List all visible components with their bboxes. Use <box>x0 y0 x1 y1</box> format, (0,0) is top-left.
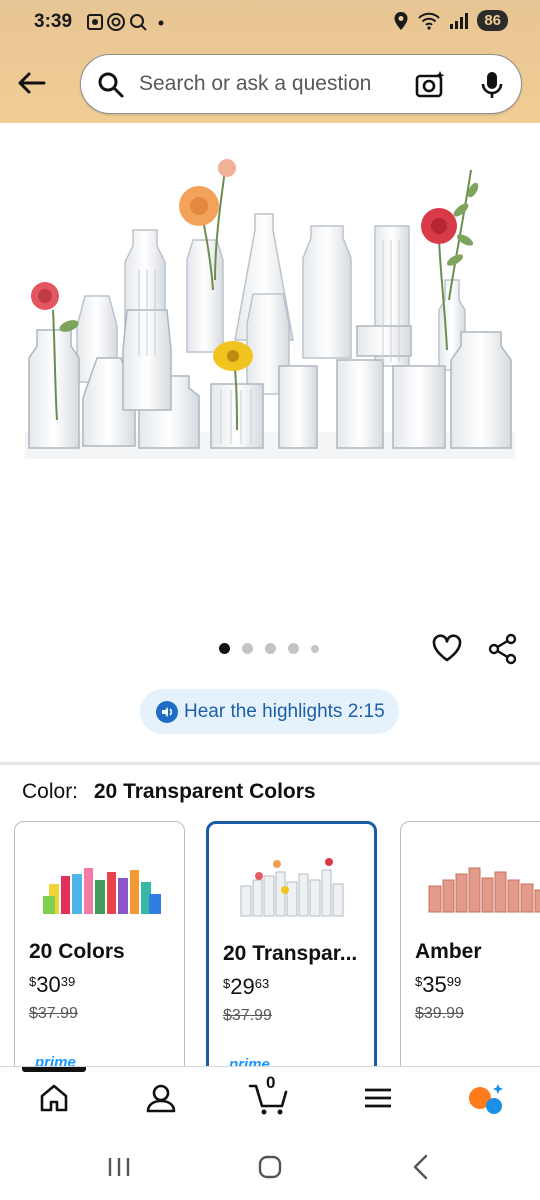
section-divider <box>0 762 540 765</box>
notification-icons-group <box>87 13 164 31</box>
currency-symbol: $ <box>29 974 37 989</box>
swatch-list-price: $37.99 <box>223 1007 272 1024</box>
swatch-price: $3039 <box>29 972 75 998</box>
search-input[interactable]: Search or ask a question <box>139 72 371 96</box>
back-system-icon[interactable] <box>410 1154 430 1185</box>
color-swatch-20-colors[interactable]: 20 Colors $3039 $37.99 prime <box>14 821 185 1083</box>
rufus-assistant-icon[interactable] <box>466 1082 506 1121</box>
vase-set-illustration <box>25 159 515 459</box>
location-icon <box>394 11 408 30</box>
swatch-name: 20 Colors <box>29 940 125 963</box>
swatch-list-price: $37.99 <box>29 1005 78 1022</box>
status-bar: 3:39 86 <box>0 0 540 46</box>
pagination-dot-4[interactable] <box>288 643 299 654</box>
home-icon[interactable] <box>38 1082 70 1119</box>
camera-search-icon[interactable] <box>415 69 447 104</box>
swatch-image-20-colors <box>43 868 161 914</box>
price-dollars: 30 <box>36 972 61 997</box>
image-pagination[interactable] <box>219 643 319 654</box>
color-label: Color: <box>22 780 79 803</box>
currency-symbol: $ <box>415 974 423 989</box>
signal-icon <box>450 12 469 29</box>
heart-icon[interactable] <box>431 633 463 668</box>
status-time: 3:39 <box>34 11 73 32</box>
pagination-dot-5[interactable] <box>311 644 319 653</box>
speaker-icon <box>156 700 178 723</box>
wifi-icon <box>418 12 441 30</box>
back-button[interactable] <box>14 66 48 100</box>
price-cents: 39 <box>60 974 76 989</box>
microphone-icon[interactable] <box>479 70 505 105</box>
price-dollars: 29 <box>230 974 255 999</box>
app-header: 3:39 86 Search or ask a question <box>0 0 540 123</box>
swatch-price: $3599 <box>415 972 461 998</box>
bottom-navigation: 0 <box>0 1066 540 1132</box>
notification-icons <box>86 11 166 38</box>
home-system-icon[interactable] <box>258 1155 282 1184</box>
pagination-dot-3[interactable] <box>265 643 276 654</box>
swatch-image-20-transparent <box>240 858 344 917</box>
swatch-image-amber <box>428 867 540 913</box>
battery-indicator: 86 <box>477 10 508 31</box>
share-icon[interactable] <box>487 633 519 670</box>
account-icon[interactable] <box>145 1082 177 1119</box>
swatch-name: Amber <box>415 940 482 963</box>
pagination-dot-2[interactable] <box>242 643 253 654</box>
price-cents: 99 <box>446 974 462 989</box>
price-dollars: 35 <box>422 972 447 997</box>
status-right: 86 <box>393 10 508 31</box>
color-selection-header: Color: 20 Transparent Colors <box>22 780 316 804</box>
arrow-left-icon <box>18 72 46 94</box>
search-icon <box>97 71 125 104</box>
search-bar[interactable]: Search or ask a question <box>80 54 522 114</box>
currency-symbol: $ <box>223 976 231 991</box>
system-navigation-bar <box>0 1132 540 1200</box>
swatch-list-price: $39.99 <box>415 1005 464 1022</box>
swatch-name: 20 Transpar... <box>223 942 358 965</box>
swatch-price: $2963 <box>223 974 269 1000</box>
color-swatch-20-transparent[interactable]: 20 Transpar... $2963 $37.99 prime <box>206 821 377 1083</box>
hear-highlights-label: Hear the highlights 2:15 <box>184 700 385 722</box>
pagination-dot-1[interactable] <box>219 643 230 654</box>
hear-highlights-button[interactable]: Hear the highlights 2:15 <box>140 689 399 734</box>
cart-count: 0 <box>266 1073 276 1092</box>
color-selected-value: 20 Transparent Colors <box>93 780 316 803</box>
product-image[interactable] <box>25 150 515 465</box>
menu-icon[interactable] <box>362 1082 394 1119</box>
nav-active-indicator <box>22 1067 86 1072</box>
price-cents: 63 <box>254 976 270 991</box>
color-swatch-amber[interactable]: Amber $3599 $39.99 <box>400 821 540 1083</box>
recent-apps-icon[interactable] <box>106 1156 132 1183</box>
